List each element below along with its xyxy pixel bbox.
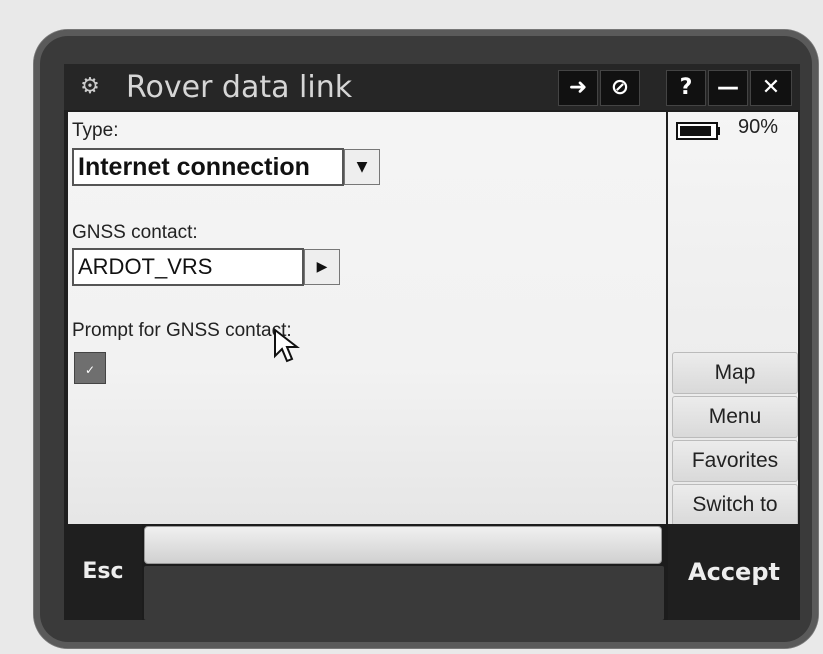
- accept-button[interactable]: Accept: [668, 524, 800, 620]
- help-icon[interactable]: ?: [666, 70, 706, 106]
- bottom-strip: [144, 566, 664, 620]
- type-dropdown[interactable]: Internet connection: [72, 148, 344, 186]
- status-field[interactable]: [144, 526, 662, 564]
- prompt-gnss-checkbox[interactable]: ✓: [74, 352, 106, 384]
- type-value: Internet connection: [78, 153, 310, 181]
- minimize-icon[interactable]: —: [708, 70, 748, 106]
- battery-icon: [676, 122, 718, 140]
- esc-button[interactable]: Esc: [64, 524, 142, 620]
- chevron-right-icon[interactable]: ▶: [304, 249, 340, 285]
- battery-tip: [716, 127, 720, 135]
- type-label: Type:: [72, 120, 119, 141]
- gear-wheel-icon[interactable]: ⚙: [74, 71, 106, 103]
- mouse-cursor-icon: [274, 328, 300, 363]
- close-icon[interactable]: ✕: [750, 70, 792, 106]
- main-content: Type: Internet connection ▼ GNSS contact…: [68, 112, 666, 574]
- chevron-down-icon[interactable]: ▼: [344, 149, 380, 185]
- switch-to-button[interactable]: Switch to: [672, 484, 798, 526]
- no-entry-icon[interactable]: ⊘: [600, 70, 640, 106]
- menu-button[interactable]: Menu: [672, 396, 798, 438]
- gnss-contact-field[interactable]: ARDOT_VRS: [72, 248, 304, 286]
- title-bar: ⚙ Rover data link ➜ ⊘ ? — ✕: [64, 64, 800, 110]
- screen: ⚙ Rover data link ➜ ⊘ ? — ✕ Type: Intern…: [64, 64, 800, 620]
- map-button[interactable]: Map: [672, 352, 798, 394]
- side-panel: 90% Map Menu Favorites Switch to: [668, 112, 798, 574]
- favorites-button[interactable]: Favorites: [672, 440, 798, 482]
- prompt-gnss-label: Prompt for GNSS contact:: [72, 320, 292, 341]
- battery-fill: [680, 126, 711, 136]
- window-title: Rover data link: [126, 70, 353, 105]
- gnss-contact-label: GNSS contact:: [72, 222, 198, 243]
- battery-percent: 90%: [738, 116, 779, 138]
- gnss-contact-value: ARDOT_VRS: [78, 254, 213, 279]
- arrow-right-icon[interactable]: ➜: [558, 70, 598, 106]
